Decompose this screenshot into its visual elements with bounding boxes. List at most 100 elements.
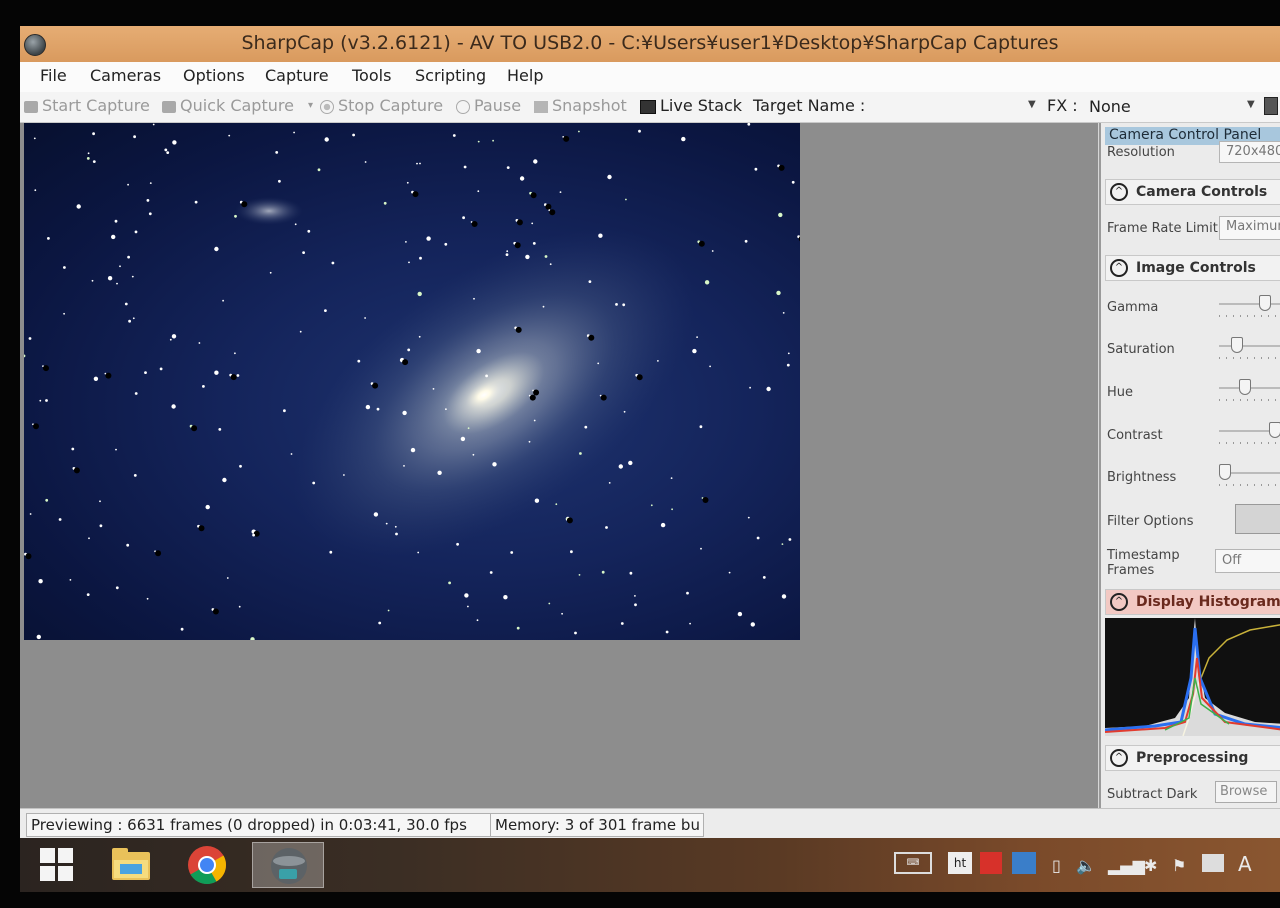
slider-thumb[interactable] [1231,337,1243,353]
display-histogram-section[interactable]: ^ Display Histogram St [1105,589,1280,615]
contrast-slider[interactable] [1219,422,1280,446]
dark-artifact [198,525,205,532]
hue-slider[interactable] [1219,379,1280,403]
action-center-flag-icon[interactable]: ⚑ [1172,856,1186,875]
star [505,253,509,256]
volume-icon[interactable]: 🔈 [1076,856,1096,875]
keyboard-icon[interactable]: ⌨ [894,852,932,874]
star [234,214,237,218]
browse-button[interactable]: Browse [1215,781,1277,803]
battery-icon[interactable]: ▯ [1052,856,1061,875]
signal-icon[interactable]: ▂▄▆ [1108,856,1145,875]
star [406,181,409,184]
brightness-label: Brightness [1107,470,1177,485]
dark-artifact [402,359,409,366]
frame-rate-select[interactable]: Maximum [1219,216,1280,240]
star [533,159,538,164]
gamma-slider[interactable] [1219,295,1280,319]
fx-dropdown-icon[interactable]: ▼ [1247,99,1255,110]
star [115,448,117,451]
pause-button[interactable]: Pause [456,96,521,115]
star [532,242,536,245]
fx-select[interactable]: None [1089,97,1131,116]
menu-file[interactable]: File [40,66,67,85]
star [172,140,177,145]
slider-thumb[interactable] [1259,295,1271,311]
menu-capture[interactable]: Capture [265,66,329,85]
quick-capture-button[interactable]: Quick Capture [162,96,294,115]
dark-artifact [533,389,540,396]
timestamp-frames-select[interactable]: Off [1215,549,1280,573]
star [133,135,136,139]
star [781,594,787,599]
star [234,352,236,355]
dark-artifact [702,497,709,503]
dark-artifact [778,164,785,171]
sharpcap-taskbar-icon[interactable] [252,842,324,888]
resolution-select[interactable]: 720x480 [1219,141,1280,163]
star [114,219,118,223]
star [528,440,531,443]
dark-artifact [529,394,536,401]
star [781,543,784,545]
tray-app-icon[interactable]: ht [948,852,972,874]
slider-thumb[interactable] [1269,422,1280,438]
live-stack-button[interactable]: Live Stack [640,96,742,115]
star [744,239,748,243]
filter-options-button[interactable] [1235,504,1280,534]
windows-start-icon[interactable] [40,848,74,882]
preview-area [20,123,1098,808]
collapse-icon[interactable]: ^ [1110,593,1128,611]
image-controls-section[interactable]: ^ Image Controls [1105,255,1280,281]
target-name-dropdown-icon[interactable]: ▼ [1028,99,1036,110]
star [452,134,456,137]
brightness-slider[interactable] [1219,464,1280,488]
video-camera-icon [162,100,176,113]
stop-capture-button[interactable]: Stop Capture [320,96,443,115]
star [464,593,469,598]
star [69,579,72,581]
dark-artifact [588,334,595,341]
collapse-icon[interactable]: ^ [1110,183,1128,201]
camera-controls-section[interactable]: ^ Camera Controls [1105,179,1280,205]
display-icon[interactable] [1202,854,1224,872]
file-explorer-icon[interactable] [104,842,158,888]
adobe-reader-icon[interactable] [980,852,1002,874]
network-manager-icon[interactable] [1012,852,1036,874]
star [144,371,147,374]
star [126,543,130,547]
star [407,348,411,352]
taskbar: ⌨ ht ▯ 🔈 ▂▄▆ ✱ ⚑ A [20,838,1280,892]
preprocessing-section[interactable]: ^ Preprocessing [1105,745,1280,771]
pause-icon [456,99,470,114]
star [519,176,525,181]
star [352,133,355,137]
start-capture-button[interactable]: Start Capture [24,96,150,115]
star [180,627,184,631]
saturation-slider[interactable] [1219,337,1280,361]
menu-options[interactable]: Options [183,66,245,85]
star [312,481,316,485]
bluetooth-icon[interactable]: ✱ [1144,856,1157,875]
snapshot-button[interactable]: Snapshot [534,96,627,115]
gamma-label: Gamma [1107,300,1159,315]
collapse-icon[interactable]: ^ [1110,259,1128,277]
menu-scripting[interactable]: Scripting [415,66,486,85]
histogram-display[interactable] [1104,618,1280,737]
star [417,551,420,554]
slider-thumb[interactable] [1239,379,1251,395]
ime-indicator[interactable]: A [1238,852,1252,876]
slider-thumb[interactable] [1219,464,1231,480]
collapse-icon[interactable]: ^ [1110,749,1128,767]
toolbar-overflow-icon[interactable] [1264,97,1278,115]
chrome-icon[interactable] [180,842,234,888]
menu-cameras[interactable]: Cameras [90,66,161,85]
menu-tools[interactable]: Tools [352,66,391,85]
quick-capture-dropdown-icon[interactable]: ▾ [308,100,313,111]
star [383,201,387,205]
filter-options-label: Filter Options [1107,514,1194,529]
menu-help[interactable]: Help [507,66,543,85]
star [128,319,131,323]
live-preview-image[interactable] [24,123,800,640]
star [686,591,689,595]
